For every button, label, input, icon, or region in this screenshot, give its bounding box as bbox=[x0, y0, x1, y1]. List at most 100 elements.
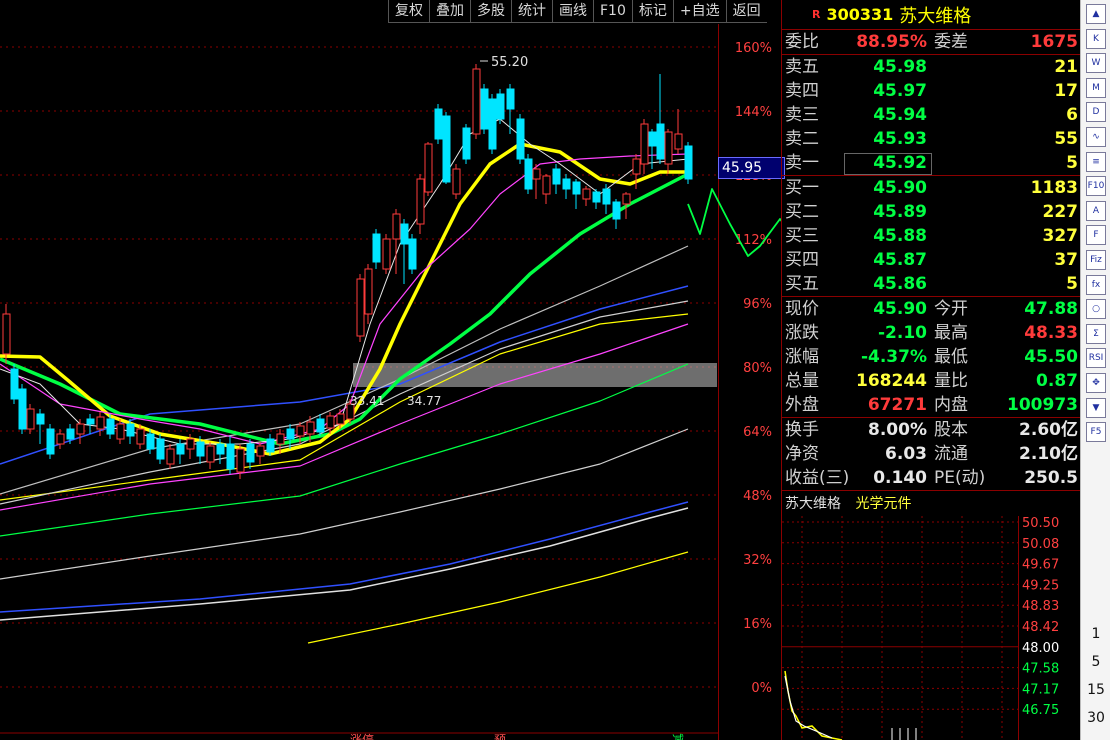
stat-label: 内盘 bbox=[934, 395, 968, 415]
period-1-button[interactable]: 1 bbox=[1081, 626, 1110, 642]
add-watchlist-button[interactable]: +自选 bbox=[672, 0, 726, 23]
tool-sidebar: ▲ K W M D ∿ ≡ F10 A F Fiz fx ○ Σ RSI ✥ ▼ F5 1 5 15 30 bbox=[1080, 0, 1110, 740]
f10-button[interactable]: F10 bbox=[593, 0, 632, 23]
candle bbox=[18, 388, 27, 430]
quote-panel: R 300331 苏大维格 委比 88.95% 委差 1675 卖五 45.98 2… bbox=[781, 0, 1081, 740]
candle bbox=[86, 418, 95, 425]
back-button[interactable]: 返回 bbox=[725, 0, 767, 23]
fund-row: 收益(三) 0.140 PE(动) 250.5 bbox=[782, 466, 1081, 490]
pct-axis-label: 160% bbox=[735, 41, 772, 56]
low-price-label: 34.77 bbox=[407, 394, 441, 408]
down-arrow-icon[interactable]: ▼ bbox=[1086, 397, 1106, 418]
draw-line-button[interactable]: 画线 bbox=[552, 0, 593, 23]
candle bbox=[382, 238, 391, 270]
up-arrow-icon[interactable]: ▲ bbox=[1086, 4, 1106, 24]
F10-icon[interactable]: F10 bbox=[1086, 176, 1106, 197]
stat-label: 量比 bbox=[934, 371, 968, 391]
fundamentals: 换手 8.00% 股本 2.60亿 净资 6.03 流通 2.10亿 收益(三) 0.140 PE(… bbox=[782, 418, 1081, 490]
candle bbox=[462, 127, 471, 160]
fx-icon[interactable]: fx bbox=[1086, 274, 1106, 295]
D-icon[interactable]: D bbox=[1086, 102, 1106, 123]
event-mark: 涨停 bbox=[350, 732, 374, 740]
candle bbox=[488, 98, 497, 150]
bid-volume: 5 bbox=[1066, 274, 1078, 294]
ask-row[interactable]: 卖三 45.94 6 bbox=[782, 103, 1081, 127]
stat-label: 今开 bbox=[934, 299, 968, 319]
ask-row[interactable]: 卖二 45.93 55 bbox=[782, 127, 1081, 151]
current-price-tag: 45.95 bbox=[718, 157, 785, 179]
bid-label: 买五 bbox=[785, 274, 819, 294]
stat-row: 外盘 67271 内盘 100973 bbox=[782, 393, 1081, 418]
multi-stock-button[interactable]: 多股 bbox=[470, 0, 511, 23]
candle bbox=[656, 123, 665, 160]
mini-axis-label: 50.08 bbox=[1022, 537, 1059, 552]
candle bbox=[56, 433, 65, 445]
fuquan-button[interactable]: 复权 bbox=[388, 0, 429, 23]
sum-icon[interactable]: Σ bbox=[1086, 323, 1106, 344]
candle bbox=[196, 441, 205, 457]
pct-axis-label: 144% bbox=[735, 105, 772, 120]
A-icon[interactable]: A bbox=[1086, 200, 1106, 221]
move-icon[interactable]: ✥ bbox=[1086, 373, 1106, 393]
F5-icon[interactable]: F5 bbox=[1086, 422, 1106, 443]
fund-label: 流通 bbox=[934, 444, 968, 464]
bid-row[interactable]: 买三 45.88 327 bbox=[782, 224, 1081, 248]
candle bbox=[276, 433, 285, 445]
candle bbox=[408, 238, 417, 270]
stock-code: 300331 bbox=[826, 5, 894, 24]
candle bbox=[2, 313, 11, 355]
candle bbox=[356, 278, 365, 337]
candle bbox=[66, 428, 75, 440]
overlay-button[interactable]: 叠加 bbox=[429, 0, 470, 23]
ask-row[interactable]: 卖一 45.92 5 bbox=[782, 151, 1081, 176]
ask-row[interactable]: 卖五 45.98 21 bbox=[782, 55, 1081, 79]
period-15-button[interactable]: 15 bbox=[1081, 682, 1110, 698]
kline-chart[interactable]: 160%144%128%112%96%80%64%48%32%16%0%55.2… bbox=[0, 24, 781, 740]
M-icon[interactable]: M bbox=[1086, 77, 1106, 98]
pct-axis-label: 80% bbox=[743, 361, 772, 376]
circle-icon[interactable]: ○ bbox=[1086, 299, 1106, 320]
candle bbox=[434, 108, 443, 140]
pct-axis-label: 96% bbox=[743, 297, 772, 312]
RSI-icon[interactable]: RSI bbox=[1086, 348, 1106, 369]
candle bbox=[400, 223, 409, 245]
stat-value: -2.10 bbox=[878, 323, 927, 343]
K-icon[interactable]: K bbox=[1086, 28, 1106, 49]
mark-button[interactable]: 标记 bbox=[631, 0, 673, 23]
candle bbox=[266, 438, 275, 453]
intraday-mini-chart[interactable]: 50.50 50.08 49.67 49.25 48.83 48.42 48.00 47.58… bbox=[782, 516, 1081, 740]
stat-value: 45.50 bbox=[1024, 347, 1078, 367]
Fiz-icon[interactable]: Fiz bbox=[1086, 250, 1106, 270]
ask-row[interactable]: 卖四 45.97 17 bbox=[782, 79, 1081, 103]
bid-book: 买一 45.90 1183 买二 45.89 227 买三 45.88 327 买四 45.87 37… bbox=[782, 176, 1081, 297]
candle bbox=[532, 168, 541, 180]
stat-label: 现价 bbox=[785, 299, 819, 319]
candle bbox=[562, 178, 571, 190]
candle bbox=[552, 168, 561, 185]
bid-row[interactable]: 买四 45.87 37 bbox=[782, 248, 1081, 272]
ask-price: 45.92 bbox=[873, 153, 927, 173]
bid-row[interactable]: 买二 45.89 227 bbox=[782, 200, 1081, 224]
sector-stock-name[interactable]: 苏大维格 bbox=[785, 496, 841, 512]
W-icon[interactable]: W bbox=[1086, 53, 1106, 74]
stat-row: 总量 168244 量比 0.87 bbox=[782, 369, 1081, 393]
candle bbox=[226, 443, 235, 470]
sector-industry[interactable]: 光学元件 bbox=[855, 496, 911, 512]
bid-price: 45.90 bbox=[873, 178, 927, 198]
period-30-button[interactable]: 30 bbox=[1081, 710, 1110, 726]
fund-value: 2.10亿 bbox=[1019, 444, 1078, 464]
statistics-button[interactable]: 统计 bbox=[511, 0, 552, 23]
pct-axis-label: 32% bbox=[743, 553, 772, 568]
candle bbox=[524, 158, 533, 190]
F-icon[interactable]: F bbox=[1086, 225, 1106, 246]
period-5-button[interactable]: 5 bbox=[1081, 654, 1110, 670]
list-icon[interactable]: ≡ bbox=[1086, 151, 1106, 172]
bid-row[interactable]: 买五 45.86 5 bbox=[782, 272, 1081, 297]
low-price-label: 33.41 bbox=[350, 394, 384, 408]
chart-icon[interactable]: ∿ bbox=[1086, 127, 1106, 147]
fund-value: 250.5 bbox=[1024, 468, 1078, 488]
ask-volume: 5 bbox=[1066, 153, 1078, 173]
r-badge: R bbox=[812, 8, 821, 21]
bid-row[interactable]: 买一 45.90 1183 bbox=[782, 176, 1081, 200]
ask-book: 卖五 45.98 21 卖四 45.97 17 卖三 45.94 6 卖二 45.93 55 卖一 45.… bbox=[782, 55, 1081, 176]
